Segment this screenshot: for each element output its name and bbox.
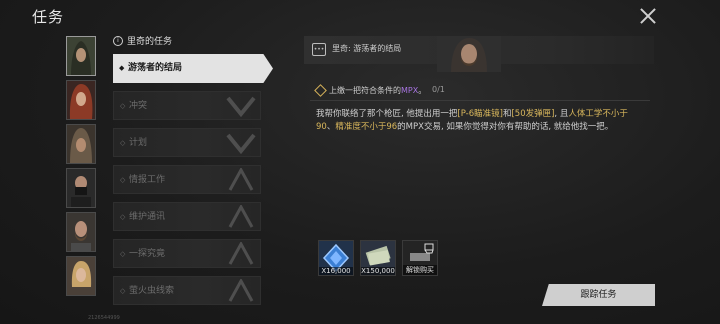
diamond-icon: ◇ [120,250,126,258]
chat-icon: ••• [312,43,326,56]
info-icon: i [113,35,123,46]
diamond-icon: ◇ [120,287,126,295]
quest-item-firefly-clue[interactable]: ◇ 萤火虫线索 [113,276,261,305]
triangle-decoration-icon [228,205,254,228]
diamond-icon: ◇ [120,139,126,147]
npc-portrait-hooded-man[interactable] [66,124,96,164]
chevron-decoration-icon [226,96,256,118]
quest-item-investigate[interactable]: ◇ 一探究竟 [113,239,261,268]
quest-group-label: i 里奇的任务 [113,34,172,47]
objective-progress: 0/1 [432,85,445,94]
quest-objective: 上缴一把符合条件的MPX。 [314,84,426,97]
quest-item-maintain-comms[interactable]: ◇ 维护通讯 [113,202,261,231]
quest-item-wanderer-ending[interactable]: ◆ 游荡者的结局 [113,54,273,83]
divider [310,100,650,101]
diamond-icon: ◆ [119,64,125,72]
reward-cash[interactable]: X150,000 [360,240,396,276]
npc-portrait-bearded-man[interactable] [66,212,96,252]
quest-item-intel-work[interactable]: ◇ 情报工作 [113,165,261,194]
reward-xp[interactable]: X16,000 [318,240,354,276]
diamond-icon: ◇ [120,176,126,184]
npc-portrait-hooded-archer[interactable] [66,36,96,76]
npc-portrait-redhead[interactable] [66,80,96,120]
diamond-icon: ◇ [120,102,126,110]
npc-portrait-blonde[interactable] [66,256,96,296]
dialog-title: 里奇: 游荡者的结局 [332,44,402,53]
triangle-decoration-icon [228,168,254,191]
page-title: 任务 [32,8,65,26]
diamond-icon: ◇ [120,213,126,221]
triangle-decoration-icon [228,242,254,265]
quest-item-plan[interactable]: ◇ 计划 [113,128,261,157]
track-quest-button[interactable]: 跟踪任务 [542,284,655,306]
chevron-decoration-icon [226,133,256,155]
player-uid: 2126544999 [88,315,120,321]
quest-item-conflict[interactable]: ◇ 冲突 [113,91,261,120]
speaker-portrait [437,36,501,72]
reward-unlock-purchase[interactable]: 解锁购买 [402,240,438,276]
npc-portrait-masked-man[interactable] [66,168,96,208]
triangle-decoration-icon [228,279,254,302]
close-icon[interactable] [639,7,657,25]
dialog-body: 我帮你联络了那个枪匠, 他提出用一把[P-6瞄准镜]和[50发弹匣], 且人体工… [316,109,628,132]
objective-diamond-icon [314,84,327,97]
